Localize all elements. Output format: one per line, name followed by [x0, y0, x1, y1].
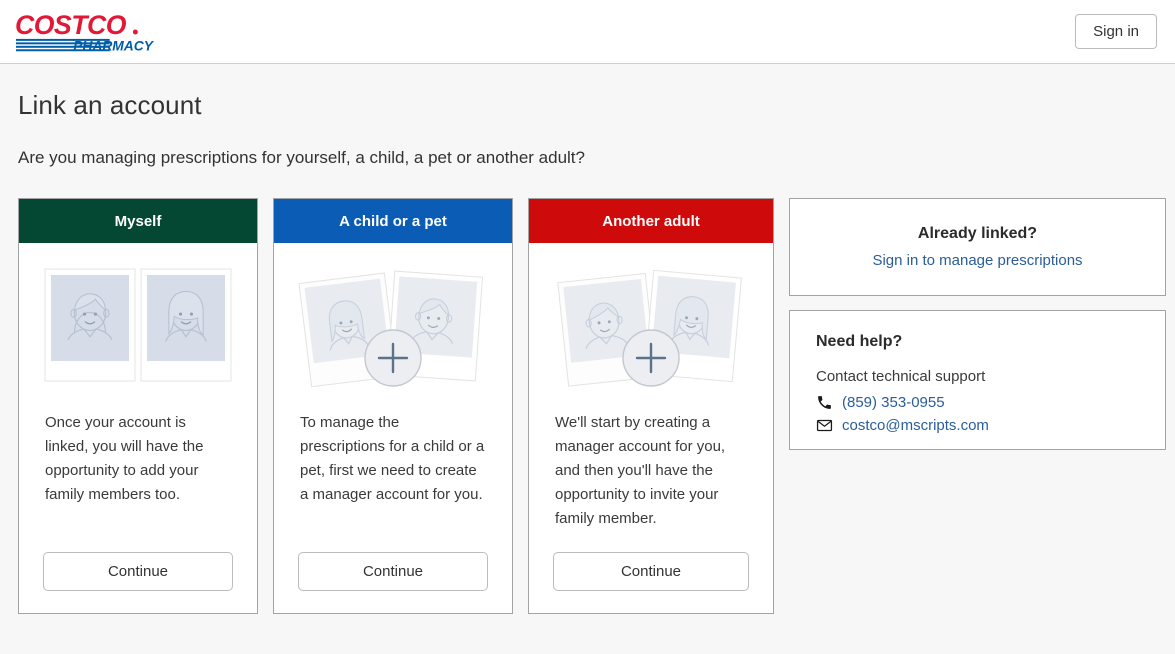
option-card-myself-footer: Continue [19, 552, 257, 613]
need-help-panel: Need help? Contact technical support (85… [789, 310, 1166, 450]
option-card-myself-description: Once your account is linked, you will ha… [45, 414, 204, 503]
already-linked-panel: Already linked? Sign in to manage prescr… [789, 198, 1166, 296]
continue-button-child-or-pet[interactable]: Continue [298, 552, 488, 591]
phone-icon [818, 396, 831, 409]
already-linked-title: Already linked? [917, 225, 1038, 242]
need-help-title: Need help? [816, 333, 903, 350]
option-card-another-adult-footer: Continue [529, 552, 773, 613]
option-card-myself[interactable]: Myself Once your account is linked, you … [18, 198, 258, 614]
two-upright-polaroids-icon [44, 268, 232, 382]
option-card-another-adult-title: Another adult [602, 212, 700, 230]
option-card-child-or-pet[interactable]: A child or a pet To manage the prescript… [273, 198, 513, 614]
option-card-myself-illustration [19, 243, 257, 411]
option-card-child-or-pet-title: A child or a pet [339, 212, 447, 230]
option-cards: Myself Once your account is linked, you … [18, 198, 774, 614]
option-card-myself-title: Myself [114, 212, 162, 230]
envelope-icon [816, 419, 833, 432]
page-subtitle: Are you managing prescriptions for yours… [18, 148, 585, 167]
two-tilted-polaroids-plus-icon [298, 270, 484, 388]
option-card-myself-header: Myself [19, 199, 257, 243]
contact-support-text: Contact technical support [816, 368, 986, 385]
page-title: Link an account [18, 90, 202, 120]
support-phone-number: (859) 353-0955 [842, 394, 945, 411]
site-header: COSTCO PHARMACY Sign in [0, 0, 1175, 64]
option-card-child-or-pet-illustration [274, 243, 512, 411]
costco-pharmacy-logo-svg: COSTCO PHARMACY [15, 10, 155, 54]
continue-button-myself[interactable]: Continue [43, 552, 233, 591]
option-card-another-adult-illustration [529, 243, 773, 411]
option-card-child-or-pet-description: To manage the prescriptions for a child … [300, 414, 485, 503]
option-card-another-adult[interactable]: Another adult We'll start by creating a … [528, 198, 774, 614]
option-card-child-or-pet-header: A child or a pet [274, 199, 512, 243]
svg-text:PHARMACY: PHARMACY [73, 37, 155, 53]
support-phone-row[interactable]: (859) 353-0955 [816, 394, 1139, 411]
option-card-child-or-pet-footer: Continue [274, 552, 512, 613]
option-card-another-adult-description: We'll start by creating a manager accoun… [555, 414, 726, 527]
option-card-another-adult-header: Another adult [529, 199, 773, 243]
two-tilted-polaroids-plus-icon [557, 269, 742, 387]
svg-text:COSTCO: COSTCO [15, 10, 127, 40]
continue-button-another-adult[interactable]: Continue [553, 552, 749, 591]
sign-in-button[interactable]: Sign in [1075, 14, 1157, 49]
costco-pharmacy-logo[interactable]: COSTCO PHARMACY [14, 10, 162, 54]
sign-in-to-manage-prescriptions-link[interactable]: Sign in to manage prescriptions [872, 252, 1082, 269]
main-content: Myself Once your account is linked, you … [18, 198, 1175, 614]
support-email-address: costco@mscripts.com [842, 417, 989, 434]
support-email-row[interactable]: costco@mscripts.com [816, 417, 1139, 434]
sidebar: Already linked? Sign in to manage prescr… [789, 198, 1166, 450]
